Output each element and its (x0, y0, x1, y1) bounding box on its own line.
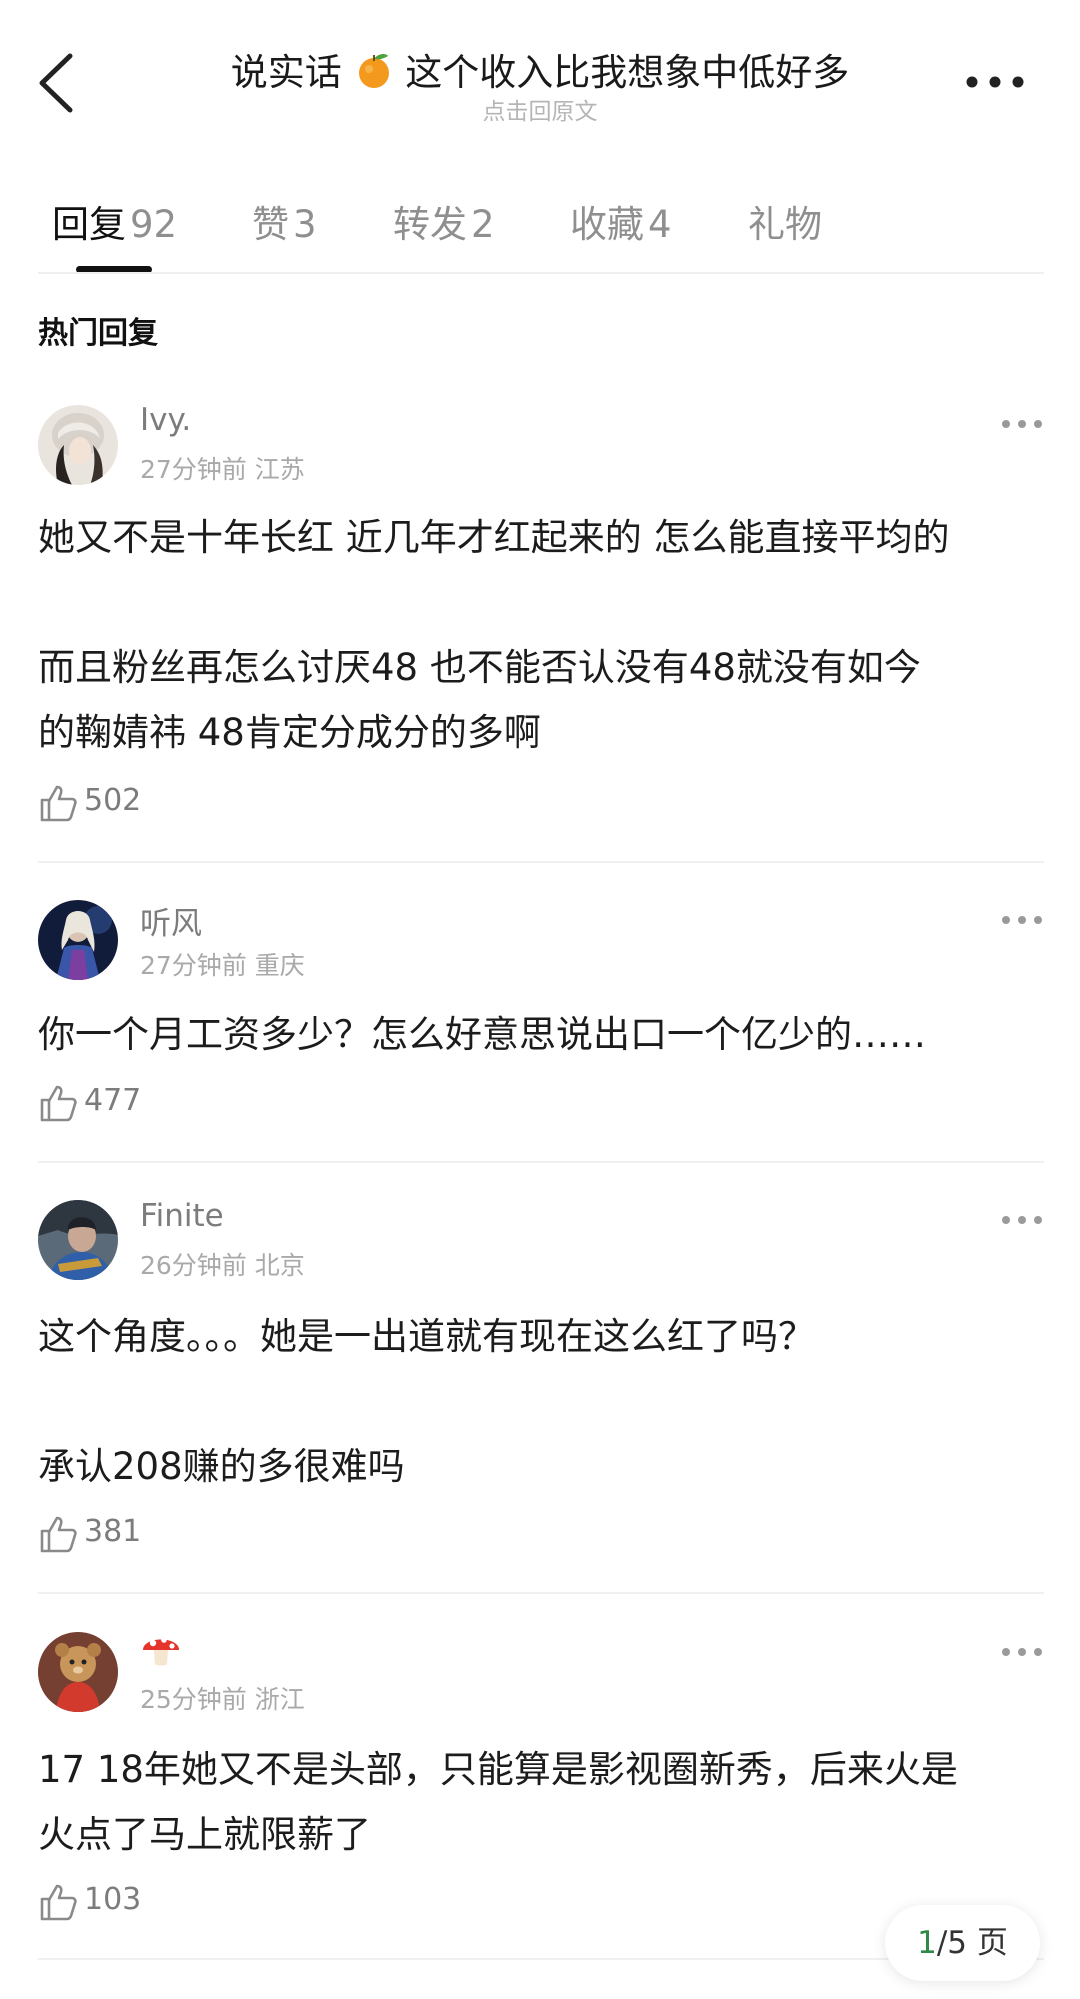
tab-reposts[interactable]: 转发 2 (393, 194, 495, 248)
divider (38, 861, 1044, 863)
tab-likes-count: 3 (293, 203, 317, 246)
divider (38, 1592, 1044, 1594)
like-count: 502 (84, 783, 142, 818)
comment-text-line: 17 18年她又不是头部，只能算是影视圈新秀，后来火是 (38, 1748, 958, 1791)
comment-more-icon[interactable] (998, 1640, 1046, 1664)
comment-text-line: 这个角度。。。她是一出道就有现在这么红了吗？ (38, 1315, 815, 1358)
comment-text-line: 承认208赚的多很难吗 (38, 1445, 405, 1488)
comment-text-line: 而且粉丝再怎么讨厌48 也不能否认没有48就没有如今 (38, 646, 921, 689)
comment-more-icon[interactable] (998, 412, 1046, 436)
like-count: 103 (84, 1882, 142, 1917)
comment-username[interactable]: Ivy. (140, 402, 191, 438)
tab-favorites-label: 收藏 (570, 203, 644, 246)
post-title-text-before: 说实话 (230, 51, 342, 94)
comment-meta: 27分钟前 重庆 (140, 951, 305, 980)
comment-text-line: 火点了马上就限薪了 (38, 1813, 371, 1856)
tab-gifts-label: 礼物 (748, 203, 822, 246)
tab-favorites-count: 4 (648, 203, 672, 246)
hot-replies-heading: 热门回复 (38, 316, 158, 351)
comment-username[interactable]: Finite (140, 1198, 224, 1234)
thumbs-up-icon (40, 1516, 77, 1553)
avatar[interactable] (38, 405, 118, 485)
page-indicator[interactable]: 1/5 页 (885, 1905, 1040, 1981)
comment-meta: 26分钟前 北京 (140, 1251, 305, 1280)
comment-text-line: 她又不是十年长红 近几年才红起来的 怎么能直接平均的 (38, 516, 950, 559)
more-options-icon[interactable] (960, 62, 1030, 102)
comment-meta: 25分钟前 浙江 (140, 1685, 305, 1714)
like-count: 477 (84, 1083, 142, 1118)
tab-replies-label: 回复 (52, 203, 126, 246)
tab-reposts-label: 转发 (393, 203, 467, 246)
tab-bar: 回复 92 赞3 转发 2 收藏 4 礼物 (0, 178, 1080, 273)
post-title[interactable]: 说实话 这个收入比我想象中低好多 (150, 42, 930, 96)
tab-replies[interactable]: 回复 92 (52, 194, 177, 248)
divider (38, 1161, 1044, 1163)
comment-more-icon[interactable] (998, 908, 1046, 932)
comment-username[interactable]: 听风 (140, 898, 202, 943)
tab-reposts-count: 2 (471, 203, 495, 246)
post-title-text-after: 这个收入比我想象中低好多 (405, 51, 850, 94)
back-arrow-icon[interactable] (30, 48, 82, 118)
comment-meta: 27分钟前 江苏 (140, 455, 305, 484)
comment-text-line: 你一个月工资多少？怎么好意思说出口一个亿少的…… (38, 1013, 926, 1056)
tab-favorites[interactable]: 收藏 4 (570, 194, 672, 248)
mushroom-emoji-icon[interactable] (140, 1628, 182, 1670)
orange-emoji-icon (358, 54, 389, 88)
comment-more-icon[interactable] (998, 1208, 1046, 1232)
thumbs-up-icon (40, 785, 77, 822)
divider (38, 272, 1044, 274)
avatar[interactable] (38, 1200, 118, 1280)
comment-text-line: 的鞠婧祎 48肯定分成分的多啊 (38, 711, 541, 754)
current-page: 1 (917, 1925, 937, 1961)
tab-likes[interactable]: 赞3 (252, 194, 317, 248)
tab-replies-count: 92 (130, 203, 178, 246)
like-count: 381 (84, 1514, 142, 1549)
top-bar: 说实话 这个收入比我想象中低好多 点击回原文 (0, 0, 1080, 150)
avatar[interactable] (38, 900, 118, 980)
tab-gifts[interactable]: 礼物 (748, 194, 822, 248)
back-to-original-link[interactable]: 点击回原文 (150, 92, 930, 126)
avatar[interactable] (38, 1632, 118, 1712)
thumbs-up-icon (40, 1884, 77, 1921)
thumbs-up-icon (40, 1085, 77, 1122)
tab-likes-label: 赞 (252, 203, 289, 246)
total-pages: /5 页 (936, 1925, 1008, 1961)
